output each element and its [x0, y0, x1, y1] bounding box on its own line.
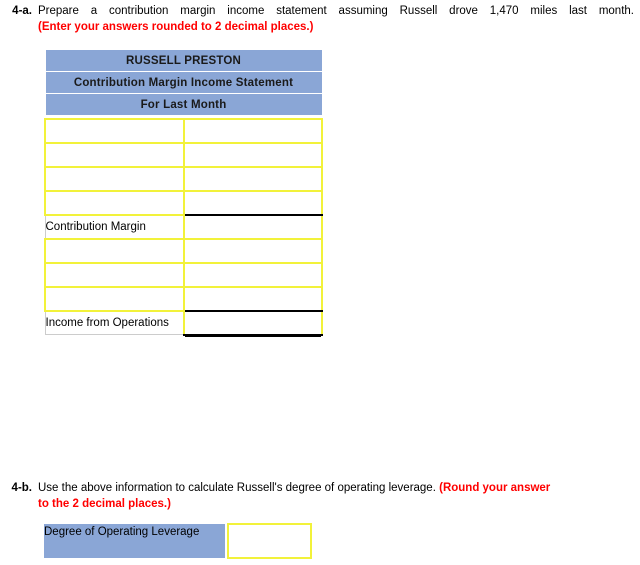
statement-value-income-from-operations[interactable]: [182, 309, 323, 336]
table-row: [44, 165, 323, 192]
statement-value-input-7[interactable]: [182, 285, 323, 312]
statement-period: For Last Month: [44, 93, 323, 116]
statement-label-input-5[interactable]: [44, 237, 185, 264]
statement-title: Contribution Margin Income Statement: [44, 71, 323, 94]
statement-value-input-2[interactable]: [182, 141, 323, 168]
statement-value-input-5[interactable]: [182, 237, 323, 264]
question-4b: 4-b. Use the above information to calcul…: [10, 481, 638, 512]
statement-label-contribution-margin: Contribution Margin: [44, 214, 184, 239]
question-4a-number: 4-a.: [12, 5, 32, 17]
question-4a: 4-a. Prepare a contribution margin incom…: [10, 4, 638, 35]
question-4a-instruction: (Enter your answers rounded to 2 decimal…: [38, 20, 314, 33]
contribution-margin-income-statement-table: RUSSELL PRESTON Contribution Margin Inco…: [44, 49, 323, 336]
statement-value-input-6[interactable]: [182, 261, 323, 288]
table-row: [44, 237, 323, 264]
statement-label-input-7[interactable]: [44, 285, 185, 312]
table-row: [44, 189, 323, 216]
question-4a-prompt: Prepare a contribution margin income sta…: [38, 5, 634, 17]
question-4a-text: Prepare a contribution margin income sta…: [38, 4, 634, 35]
table-row: [44, 117, 323, 144]
statement-label-income-from-operations: Income from Operations: [44, 310, 184, 335]
table-row: Contribution Margin: [44, 213, 323, 240]
question-4b-text: Use the above information to calculate R…: [38, 481, 634, 512]
table-header-row: Contribution Margin Income Statement: [44, 71, 323, 94]
table-row: [44, 285, 323, 312]
statement-value-input-1[interactable]: [182, 117, 323, 144]
worksheet-page: 4-a. Prepare a contribution margin incom…: [0, 0, 640, 565]
statement-company-name: RUSSELL PRESTON: [44, 49, 323, 72]
table-row: Degree of Operating Leverage: [44, 523, 312, 559]
question-4b-prompt: Use the above information to calculate R…: [38, 482, 436, 494]
table-row: [44, 141, 323, 168]
statement-value-contribution-margin[interactable]: [182, 213, 323, 240]
statement-label-input-2[interactable]: [44, 141, 185, 168]
statement-label-input-3[interactable]: [44, 165, 185, 192]
statement-value-input-3[interactable]: [182, 165, 323, 192]
dol-value-input[interactable]: [227, 523, 312, 559]
table-row: [44, 261, 323, 288]
dol-label: Degree of Operating Leverage: [44, 524, 225, 558]
question-4b-instruction-line1: (Round your answer: [439, 482, 551, 494]
statement-label-input-1[interactable]: [44, 117, 185, 144]
statement-label-input-4[interactable]: [44, 189, 185, 216]
statement-label-input-6[interactable]: [44, 261, 185, 288]
table-header-row: RUSSELL PRESTON: [44, 49, 323, 72]
degree-of-operating-leverage-table: Degree of Operating Leverage: [44, 523, 312, 559]
statement-value-input-4[interactable]: [182, 189, 323, 216]
table-row: Income from Operations: [44, 309, 323, 336]
question-4b-instruction-line2: to the 2 decimal places.): [38, 497, 171, 510]
question-4b-number: 4-b.: [11, 482, 32, 494]
table-header-row: For Last Month: [44, 93, 323, 116]
